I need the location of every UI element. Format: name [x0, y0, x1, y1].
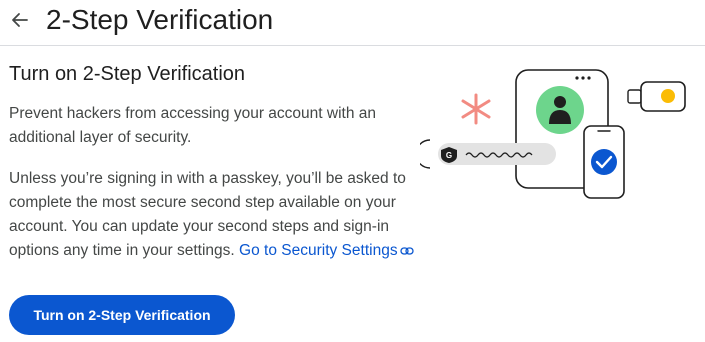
link-icon	[399, 247, 414, 255]
security-settings-link[interactable]: Go to Security Settings	[239, 242, 414, 259]
small-phone-icon	[583, 125, 625, 199]
security-settings-link-label: Go to Security Settings	[239, 242, 398, 259]
security-key-icon	[627, 81, 686, 112]
back-button[interactable]	[8, 8, 32, 32]
asterisk-icon	[461, 93, 491, 125]
arrow-back-icon	[12, 13, 28, 27]
password-pill: G	[420, 139, 556, 169]
section-title: Turn on 2-Step Verification	[9, 63, 246, 85]
turn-on-2sv-button[interactable]: Turn on 2-Step Verification	[9, 295, 235, 335]
checkmark-icon	[591, 149, 617, 175]
person-avatar-icon	[536, 86, 584, 134]
page-title: 2-Step Verification	[46, 4, 274, 35]
intro-text: Prevent hackers from accessing your acco…	[9, 105, 377, 146]
security-illustration: G	[420, 69, 686, 199]
description-paragraph: Unless you’re signing in with a passkey,…	[9, 167, 429, 263]
page: 2-Step Verification Turn on 2-Step Verif…	[0, 0, 705, 342]
password-badge-letter: G	[446, 151, 452, 160]
page-header: 2-Step Verification	[0, 0, 705, 46]
